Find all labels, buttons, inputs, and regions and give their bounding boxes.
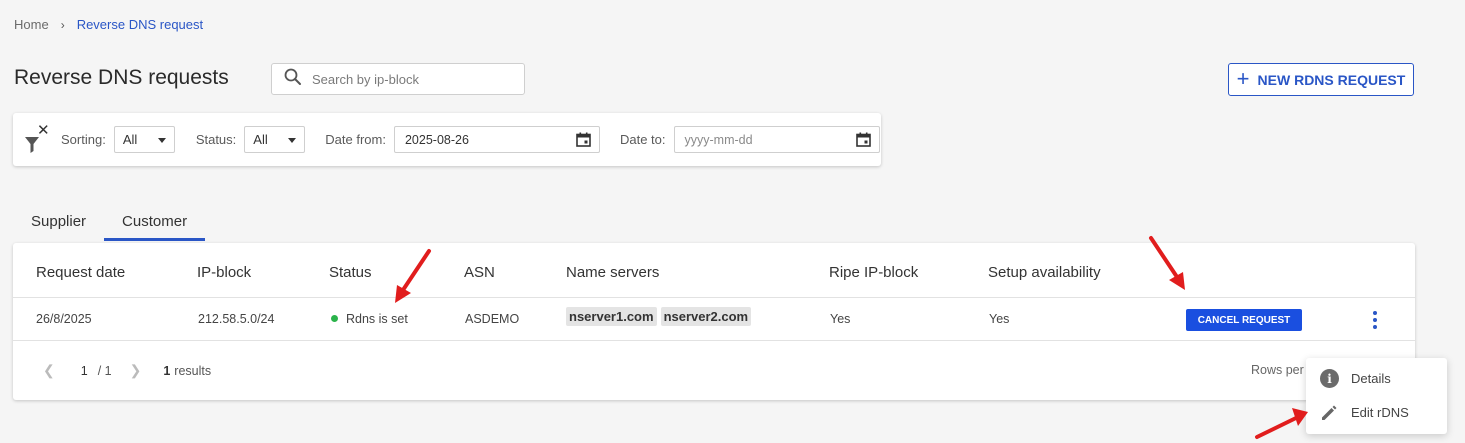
total-pages: / 1 <box>97 363 112 378</box>
date-to-input[interactable]: yyyy-mm-dd <box>673 126 880 153</box>
row-menu-kebab-icon[interactable] <box>1371 311 1379 329</box>
breadcrumb: Home › Reverse DNS request <box>14 17 203 32</box>
chevron-down-icon <box>157 138 166 143</box>
tab-customer[interactable]: Customer <box>104 207 206 241</box>
date-from-label: Date from: <box>325 132 386 147</box>
calendar-icon[interactable] <box>855 132 871 147</box>
annotation-arrow-icon <box>1149 236 1185 290</box>
prev-page-icon[interactable]: ❮ <box>43 362 55 379</box>
rows-per-page-label: Rows per <box>1251 363 1304 377</box>
sorting-value: All <box>122 132 138 147</box>
name-server-chip: nserver2.com <box>660 307 752 326</box>
pencil-icon <box>1322 405 1337 420</box>
menu-item-label: Details <box>1351 371 1391 386</box>
column-header-asn[interactable]: ASN <box>464 264 495 281</box>
new-rdns-request-label: NEW RDNS REQUEST <box>1257 71 1406 88</box>
plus-icon: + <box>1236 65 1250 91</box>
requests-table: Request date IP-block Status ASN Name se… <box>13 243 1415 400</box>
clear-filters-button[interactable]: ✕ <box>23 122 51 155</box>
date-from-value: 2025-08-26 <box>404 132 469 147</box>
cancel-request-button[interactable]: CANCEL REQUEST <box>1186 309 1302 331</box>
search-box[interactable] <box>271 63 525 95</box>
sorting-label: Sorting: <box>61 132 106 147</box>
new-rdns-request-button[interactable]: + NEW RDNS REQUEST <box>1228 63 1414 96</box>
status-filter-value: All <box>253 132 268 147</box>
filter-icon <box>25 136 39 153</box>
cell-name-servers: nserver1.com nserver2.com <box>566 307 755 326</box>
column-header-name-servers[interactable]: Name servers <box>566 264 659 281</box>
cell-ip-block: 212.58.5.0/24 <box>198 312 275 326</box>
annotation-arrow-icon <box>395 249 431 303</box>
menu-item-details[interactable]: i Details <box>1320 369 1391 388</box>
header-divider <box>13 297 1415 298</box>
menu-item-edit-rdns[interactable]: Edit rDNS <box>1320 403 1409 422</box>
next-page-icon[interactable]: ❯ <box>130 362 142 379</box>
date-to-placeholder: yyyy-mm-dd <box>684 132 753 147</box>
results-count: 1 <box>163 363 171 378</box>
calendar-icon[interactable] <box>576 132 591 147</box>
pagination: ❮ 1 / 1 ❯ 1 results <box>43 362 211 379</box>
row-context-menu: i Details Edit rDNS <box>1306 358 1447 434</box>
date-from-input[interactable]: 2025-08-26 <box>393 126 600 153</box>
search-input[interactable] <box>312 71 502 87</box>
results-label: results <box>174 363 212 378</box>
column-header-ip-block[interactable]: IP-block <box>197 264 251 281</box>
menu-item-label: Edit rDNS <box>1351 405 1409 420</box>
date-to-label: Date to: <box>619 132 666 147</box>
breadcrumb-separator-icon: › <box>60 17 65 32</box>
info-icon: i <box>1320 369 1339 388</box>
status-filter-label: Status: <box>195 132 237 147</box>
annotation-arrow-icon <box>1255 408 1308 439</box>
sorting-select[interactable]: All <box>113 126 175 153</box>
cell-ripe-ip-block: Yes <box>830 312 851 326</box>
current-page[interactable]: 1 <box>81 364 88 378</box>
column-header-setup-availability[interactable]: Setup availability <box>988 264 1101 281</box>
tabs: Supplier Customer <box>13 207 206 241</box>
status-text: Rdns is set <box>346 312 408 326</box>
breadcrumb-current[interactable]: Reverse DNS request <box>77 17 203 32</box>
breadcrumb-home-link[interactable]: Home <box>14 17 49 32</box>
status-select[interactable]: All <box>244 126 306 153</box>
cell-setup-availability: Yes <box>989 312 1010 326</box>
status-dot-icon <box>331 315 338 322</box>
cell-status: Rdns is set <box>331 312 408 326</box>
name-server-chip: nserver1.com <box>566 307 657 326</box>
cell-asn: ASDEMO <box>465 312 520 326</box>
column-header-ripe-ip-block[interactable]: Ripe IP-block <box>829 264 918 281</box>
column-header-status[interactable]: Status <box>329 264 372 281</box>
column-header-request-date[interactable]: Request date <box>36 264 125 281</box>
filter-bar: ✕ Sorting: All Status: All Date from: 20… <box>13 113 881 166</box>
cell-request-date: 26/8/2025 <box>36 312 92 326</box>
row-divider <box>13 340 1415 341</box>
page-title: Reverse DNS requests <box>14 66 229 89</box>
tab-supplier[interactable]: Supplier <box>13 207 104 241</box>
chevron-down-icon <box>288 138 297 143</box>
search-icon <box>284 68 302 91</box>
